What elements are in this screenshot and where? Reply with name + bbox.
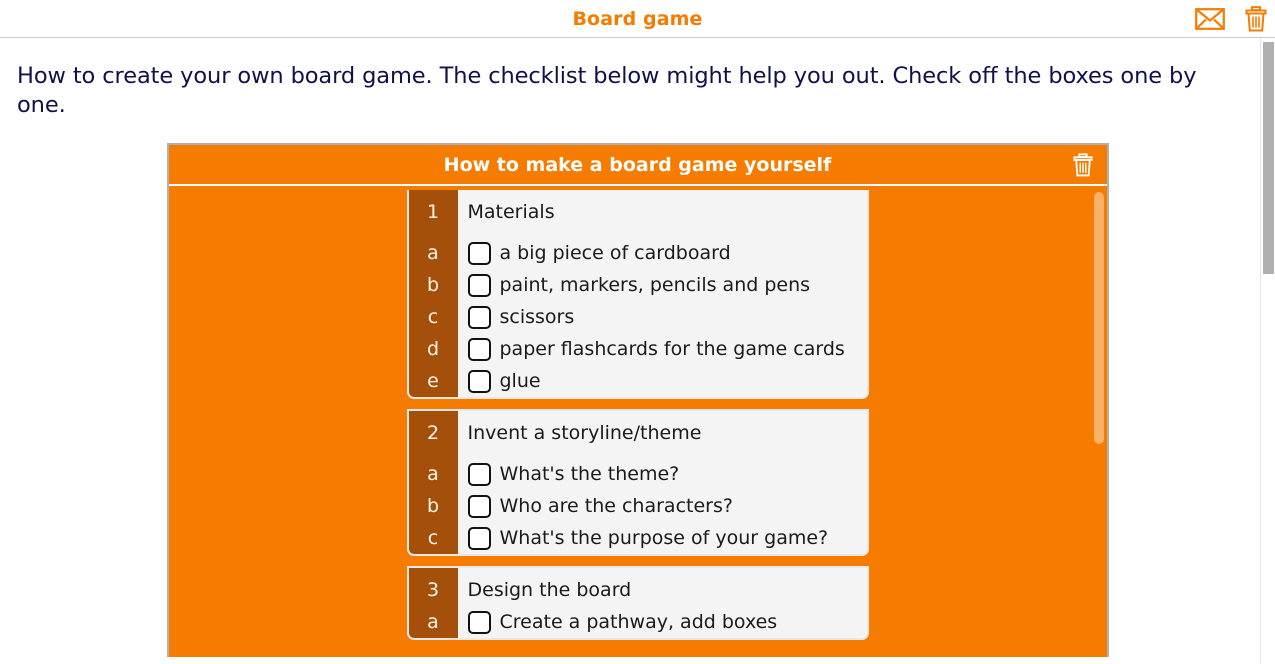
checkbox[interactable] (467, 337, 491, 361)
section-body: Design the board Create a pathway, add bo… (458, 568, 867, 638)
checkbox[interactable] (467, 241, 491, 265)
checklist-item[interactable]: scissors (458, 301, 867, 333)
checklist-panel-header: How to make a board game yourself (168, 145, 1107, 186)
item-letter: a (427, 242, 439, 264)
app-header: Board game (0, 0, 1275, 38)
section-body: Invent a storyline/theme What's the theme… (458, 411, 867, 554)
envelope-icon[interactable] (1195, 8, 1225, 30)
section-number: 2 (426, 422, 440, 444)
checklist-item[interactable]: Create a pathway, add boxes (458, 606, 867, 638)
page-scrollbar-track[interactable] (1260, 38, 1275, 664)
gutter-spacer (409, 449, 458, 458)
checklist-item-label: paper flashcards for the game cards (499, 338, 845, 360)
checklist-item-label: a big piece of cardboard (499, 242, 731, 264)
checklist-panel: How to make a board game yourself 1abcde… (166, 143, 1109, 657)
item-letter: c (427, 527, 439, 549)
section-gutter: 1 abcde (408, 190, 458, 397)
checkbox[interactable] (467, 305, 491, 329)
checklist-item-label: glue (499, 370, 541, 392)
checklist-scroll-area[interactable]: 1 a b c d e Materials a big piece of cardboard p… (168, 186, 1107, 657)
checklist-section: 1 a b c d e Materials a big piece of cardboard p… (406, 190, 869, 399)
section-body: Materials a big piece of cardboard paint, … (458, 190, 867, 397)
checklist-scrollbar-track[interactable] (1093, 190, 1104, 657)
checklist-item[interactable]: Who are the characters? (458, 490, 867, 522)
section-title: Materials (467, 201, 555, 223)
item-letter: a (427, 611, 439, 633)
checklist-item[interactable]: glue (458, 365, 867, 397)
app-header-actions (1195, 0, 1267, 38)
checklist-item[interactable]: paint, markers, pencils and pens (458, 269, 867, 301)
checklist-section: 3 a Design the board Create a pathway, add … (406, 566, 869, 640)
section-gutter: 3a (408, 568, 458, 638)
item-letter: a (427, 463, 439, 485)
app-title: Board game (572, 7, 703, 30)
section-title: Design the board (467, 579, 632, 601)
item-letter: d (426, 338, 440, 360)
section-gutter: 2 abc (408, 411, 458, 554)
item-letter: b (426, 274, 440, 296)
checklist-item-label: scissors (499, 306, 575, 328)
checkbox[interactable] (467, 369, 491, 393)
checkbox[interactable] (467, 462, 491, 486)
checklist-item-label: paint, markers, pencils and pens (499, 274, 811, 296)
checklist-item[interactable]: a big piece of cardboard (458, 237, 867, 269)
delete-checklist-trash-icon[interactable] (1072, 152, 1093, 177)
page-scrollbar-thumb[interactable] (1263, 42, 1274, 274)
checklist-section: 2 a b c Invent a storyline/theme What's the t… (406, 409, 869, 556)
intro-text: How to create your own board game. The c… (17, 63, 1197, 118)
checkbox[interactable] (467, 526, 491, 550)
checklist-item-label: What's the purpose of your game? (499, 527, 829, 549)
section-number: 3 (426, 579, 440, 601)
checklist-item[interactable]: What's the purpose of your game? (458, 522, 867, 554)
item-letter: c (427, 306, 439, 328)
checkbox[interactable] (467, 494, 491, 518)
checklist-title: How to make a board game yourself (443, 153, 832, 176)
checklist-item-label: Create a pathway, add boxes (499, 611, 778, 633)
checkbox[interactable] (467, 610, 491, 634)
checklist-item-label: Who are the characters? (499, 495, 733, 517)
gutter-spacer (409, 228, 458, 237)
page-body: How to create your own board game. The c… (0, 38, 1275, 664)
checklist-item-label: What's the theme? (499, 463, 680, 485)
checklist-item[interactable]: What's the theme? (458, 458, 867, 490)
checkbox[interactable] (467, 273, 491, 297)
section-title: Invent a storyline/theme (467, 422, 702, 444)
checklist-scrollbar-thumb[interactable] (1093, 192, 1104, 444)
section-number: 1 (426, 201, 440, 223)
checklist-sections: 1 a b c d e Materials a big piece of cardboard p… (169, 190, 1107, 640)
item-letter: e (427, 370, 439, 392)
checklist-item[interactable]: paper flashcards for the game cards (458, 333, 867, 365)
trash-icon[interactable] (1245, 6, 1267, 32)
item-letter: b (426, 495, 440, 517)
